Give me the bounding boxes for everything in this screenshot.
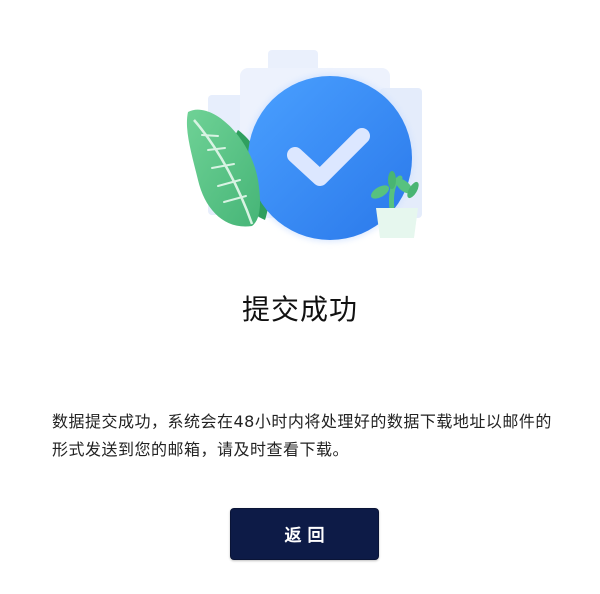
- result-message: 数据提交成功，系统会在48小时内将处理好的数据下载地址以邮件的形式发送到您的邮箱…: [52, 412, 552, 459]
- success-page: 提交成功 数据提交成功，系统会在48小时内将处理好的数据下载地址以邮件的形式发送…: [0, 0, 600, 594]
- page-title: 提交成功: [241, 293, 358, 326]
- success-illustration: [186, 50, 422, 242]
- back-button[interactable]: 返回: [230, 508, 379, 560]
